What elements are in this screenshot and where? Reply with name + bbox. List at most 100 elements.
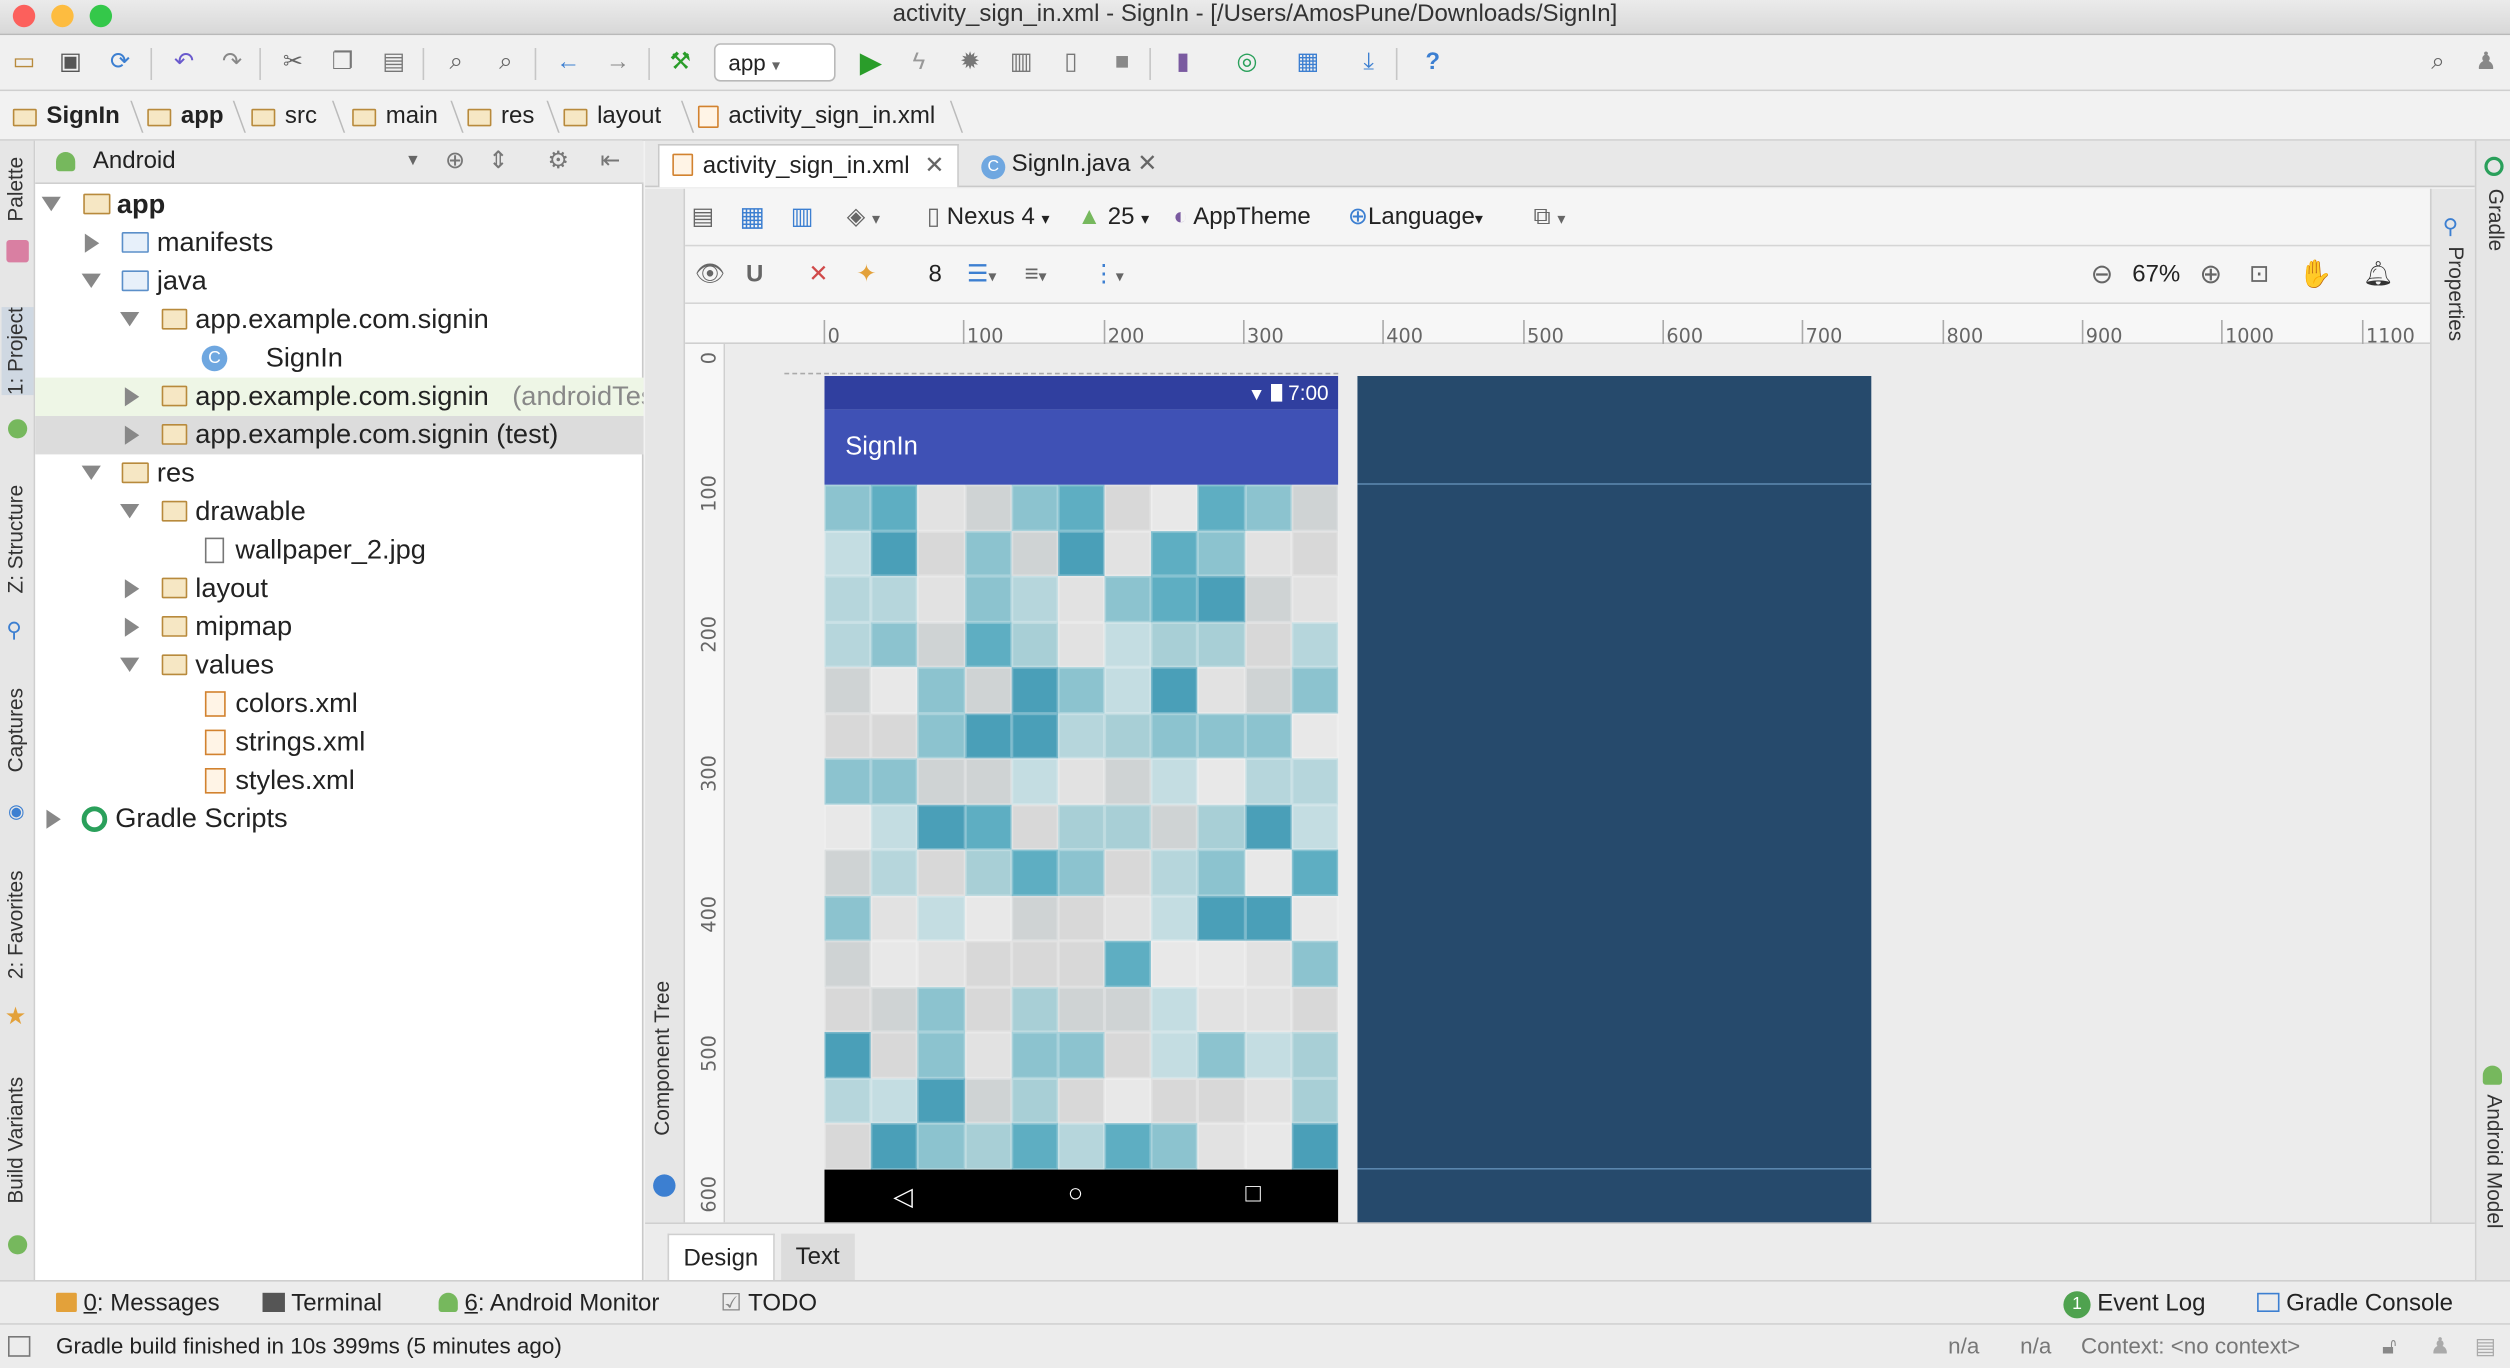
project-view-select[interactable]: Android (93, 141, 176, 183)
forward-icon[interactable]: → (600, 45, 635, 80)
expand-arrow-icon[interactable] (120, 657, 140, 672)
cut-icon[interactable]: ✂ (275, 45, 310, 80)
tool-window-event-log[interactable]: 1 Event Log (2063, 1282, 2205, 1327)
open-folder-icon[interactable]: ▭ (6, 45, 41, 80)
project-structure-icon[interactable]: ▦ (1290, 45, 1325, 80)
autoconnect-magnet-icon[interactable]: U (746, 246, 763, 304)
tree-item-mipmap[interactable]: mipmap (35, 608, 643, 646)
notifications-bell-icon[interactable]: 🔔︎ (2363, 246, 2393, 304)
tree-item-package[interactable]: app.example.com.signin (35, 301, 643, 339)
breadcrumb-item-app[interactable]: app (147, 98, 224, 136)
clear-constraints-icon[interactable]: ✕ (808, 246, 828, 304)
sdk-manager-icon[interactable]: ⤓ (1351, 45, 1386, 80)
breadcrumb-item-src[interactable]: src (251, 98, 317, 136)
tab-text[interactable]: Text (781, 1233, 855, 1282)
breadcrumb-item-main[interactable]: main (352, 98, 438, 136)
layout-variants-icon[interactable]: ⧉ ▾ (1534, 189, 1566, 247)
tree-item-gradle-scripts[interactable]: Gradle Scripts (35, 800, 643, 838)
attach-debugger-icon[interactable]: ▯ (1053, 45, 1088, 80)
tool-window-terminal[interactable]: Terminal (262, 1282, 382, 1327)
zoom-out-icon[interactable]: ⊖ (2091, 246, 2114, 304)
save-icon[interactable]: ▣ (53, 45, 88, 80)
breadcrumb-item-file[interactable]: activity_sign_in.xml (697, 98, 935, 136)
expand-arrow-icon[interactable] (81, 465, 101, 480)
tree-item-wallpaper[interactable]: wallpaper_2.jpg (35, 531, 643, 569)
find-icon[interactable]: ⌕ (439, 45, 474, 80)
device-select[interactable]: ▯ Nexus 4 ▾ (927, 189, 1050, 247)
blueprint-mode-icon[interactable]: ▦ (740, 189, 766, 247)
zoom-to-fit-icon[interactable]: ⊡ (2249, 246, 2269, 304)
tool-window-gradle-console[interactable]: Gradle Console (2257, 1282, 2453, 1327)
hide-panel-icon[interactable]: ⇤ (600, 141, 620, 183)
replace-icon[interactable]: ⌕ (488, 45, 523, 80)
tool-tab-properties[interactable]: Properties (2438, 246, 2470, 341)
collapse-all-icon[interactable]: ⇕ (488, 141, 508, 183)
component-tree-tab[interactable]: Component Tree (645, 188, 686, 1223)
inspector-icon[interactable]: ♟ (2430, 1325, 2450, 1368)
tool-tab-gradle[interactable]: Gradle (2478, 189, 2510, 251)
breadcrumb-item-layout[interactable]: layout (563, 98, 661, 136)
scroll-from-source-icon[interactable]: ⊕ (445, 141, 465, 183)
tree-item-res[interactable]: res (35, 454, 643, 492)
tree-item-drawable[interactable]: drawable (35, 493, 643, 531)
back-icon[interactable]: ← (551, 45, 586, 80)
gear-icon[interactable]: ⚙ (547, 141, 569, 183)
tool-tab-build-variants[interactable]: Build Variants (2, 1077, 34, 1204)
tab-activity-sign-in[interactable]: activity_sign_in.xml ✕ (657, 144, 959, 188)
zoom-in-icon[interactable]: ⊕ (2199, 246, 2222, 304)
tool-window-android-monitor[interactable]: 6: Android Monitor (438, 1282, 659, 1327)
design-blueprint-icon[interactable]: ▥ (791, 189, 814, 247)
api-select[interactable]: ▲ 25 ▾ (1077, 189, 1149, 247)
tree-item-app[interactable]: app (35, 186, 643, 224)
expand-arrow-icon[interactable] (120, 312, 140, 327)
device-preview[interactable]: ▼ 7:00 SignIn ◁ ○ □ (824, 376, 1339, 1224)
close-tab-icon[interactable]: ✕ (924, 146, 944, 188)
expand-arrow-icon[interactable] (84, 233, 100, 253)
expand-arrow-icon[interactable] (124, 617, 140, 637)
tree-item-signin-class[interactable]: C SignIn (35, 339, 643, 377)
show-constraints-icon[interactable]: 👁 (695, 246, 725, 304)
instant-run-icon[interactable]: ϟ (901, 45, 936, 80)
sync-gradle-icon[interactable]: ◎ (1229, 45, 1264, 80)
guidelines-icon[interactable]: ⋮▾ (1092, 246, 1124, 304)
pack-icon[interactable]: ☰▾ (967, 246, 997, 304)
debug-icon[interactable]: ✹ (952, 45, 987, 80)
tool-tab-palette[interactable]: Palette (2, 157, 34, 222)
tree-item-styles[interactable]: styles.xml (35, 762, 643, 800)
tree-item-manifests[interactable]: manifests (35, 224, 643, 262)
expand-arrow-icon[interactable] (41, 196, 61, 212)
paste-icon[interactable]: ▤ (376, 45, 411, 80)
wallpaper-image[interactable] (824, 484, 1339, 1170)
expand-arrow-icon[interactable] (124, 579, 140, 599)
profile-icon[interactable]: ▥ (1004, 45, 1039, 80)
toggle-tool-windows-icon[interactable] (8, 1336, 31, 1357)
run-config-select[interactable]: app ▾ (713, 43, 836, 82)
lock-icon[interactable]: 🔓︎ (2382, 1325, 2397, 1368)
tree-item-values[interactable]: values (35, 646, 643, 684)
orientation-icon[interactable]: ◈ ▾ (847, 189, 880, 247)
align-icon[interactable]: ≡▾ (1024, 246, 1046, 304)
expand-arrow-icon[interactable] (124, 425, 140, 445)
tree-item-package-test[interactable]: app.example.com.signin (test) (35, 416, 644, 455)
tool-tab-captures[interactable]: Captures (2, 688, 34, 772)
pan-hand-icon[interactable]: ✋ (2299, 246, 2333, 304)
help-icon[interactable]: ? (1415, 45, 1450, 80)
copy-icon[interactable]: ❐ (325, 45, 360, 80)
design-mode-icon[interactable]: ▤ (692, 189, 715, 247)
undo-icon[interactable]: ↶ (166, 45, 201, 80)
tab-design[interactable]: Design (667, 1233, 775, 1282)
event-icon[interactable]: ♟ (2468, 45, 2503, 80)
chevron-down-icon[interactable]: ▼ (405, 141, 421, 183)
tab-signin-java[interactable]: C SignIn.java ✕ (968, 144, 1166, 187)
expand-arrow-icon[interactable] (120, 504, 140, 519)
language-select[interactable]: ⊕Language▾ (1348, 189, 1483, 247)
tree-item-package-androidtest[interactable]: app.example.com.signin(androidTest) (35, 377, 644, 416)
expand-arrow-icon[interactable] (81, 273, 101, 288)
tree-item-strings[interactable]: strings.xml (35, 723, 643, 761)
app-bar[interactable]: SignIn (824, 409, 1339, 485)
tool-tab-structure[interactable]: Z: Structure (2, 485, 34, 594)
default-margin-value[interactable]: 8 (928, 246, 941, 304)
breadcrumb-item-signin[interactable]: SignIn (12, 98, 120, 136)
expand-arrow-icon[interactable] (46, 809, 61, 829)
tree-item-layout[interactable]: layout (35, 570, 643, 608)
